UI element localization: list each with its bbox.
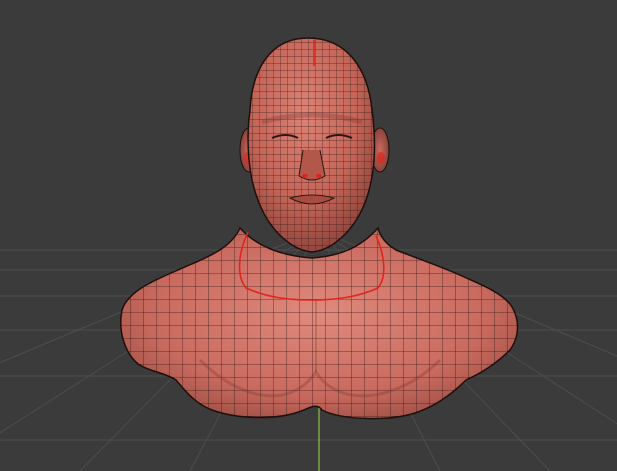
viewport-canvas[interactable] [0, 0, 617, 471]
3d-viewport[interactable] [0, 0, 617, 471]
bust-mesh[interactable] [100, 30, 540, 430]
